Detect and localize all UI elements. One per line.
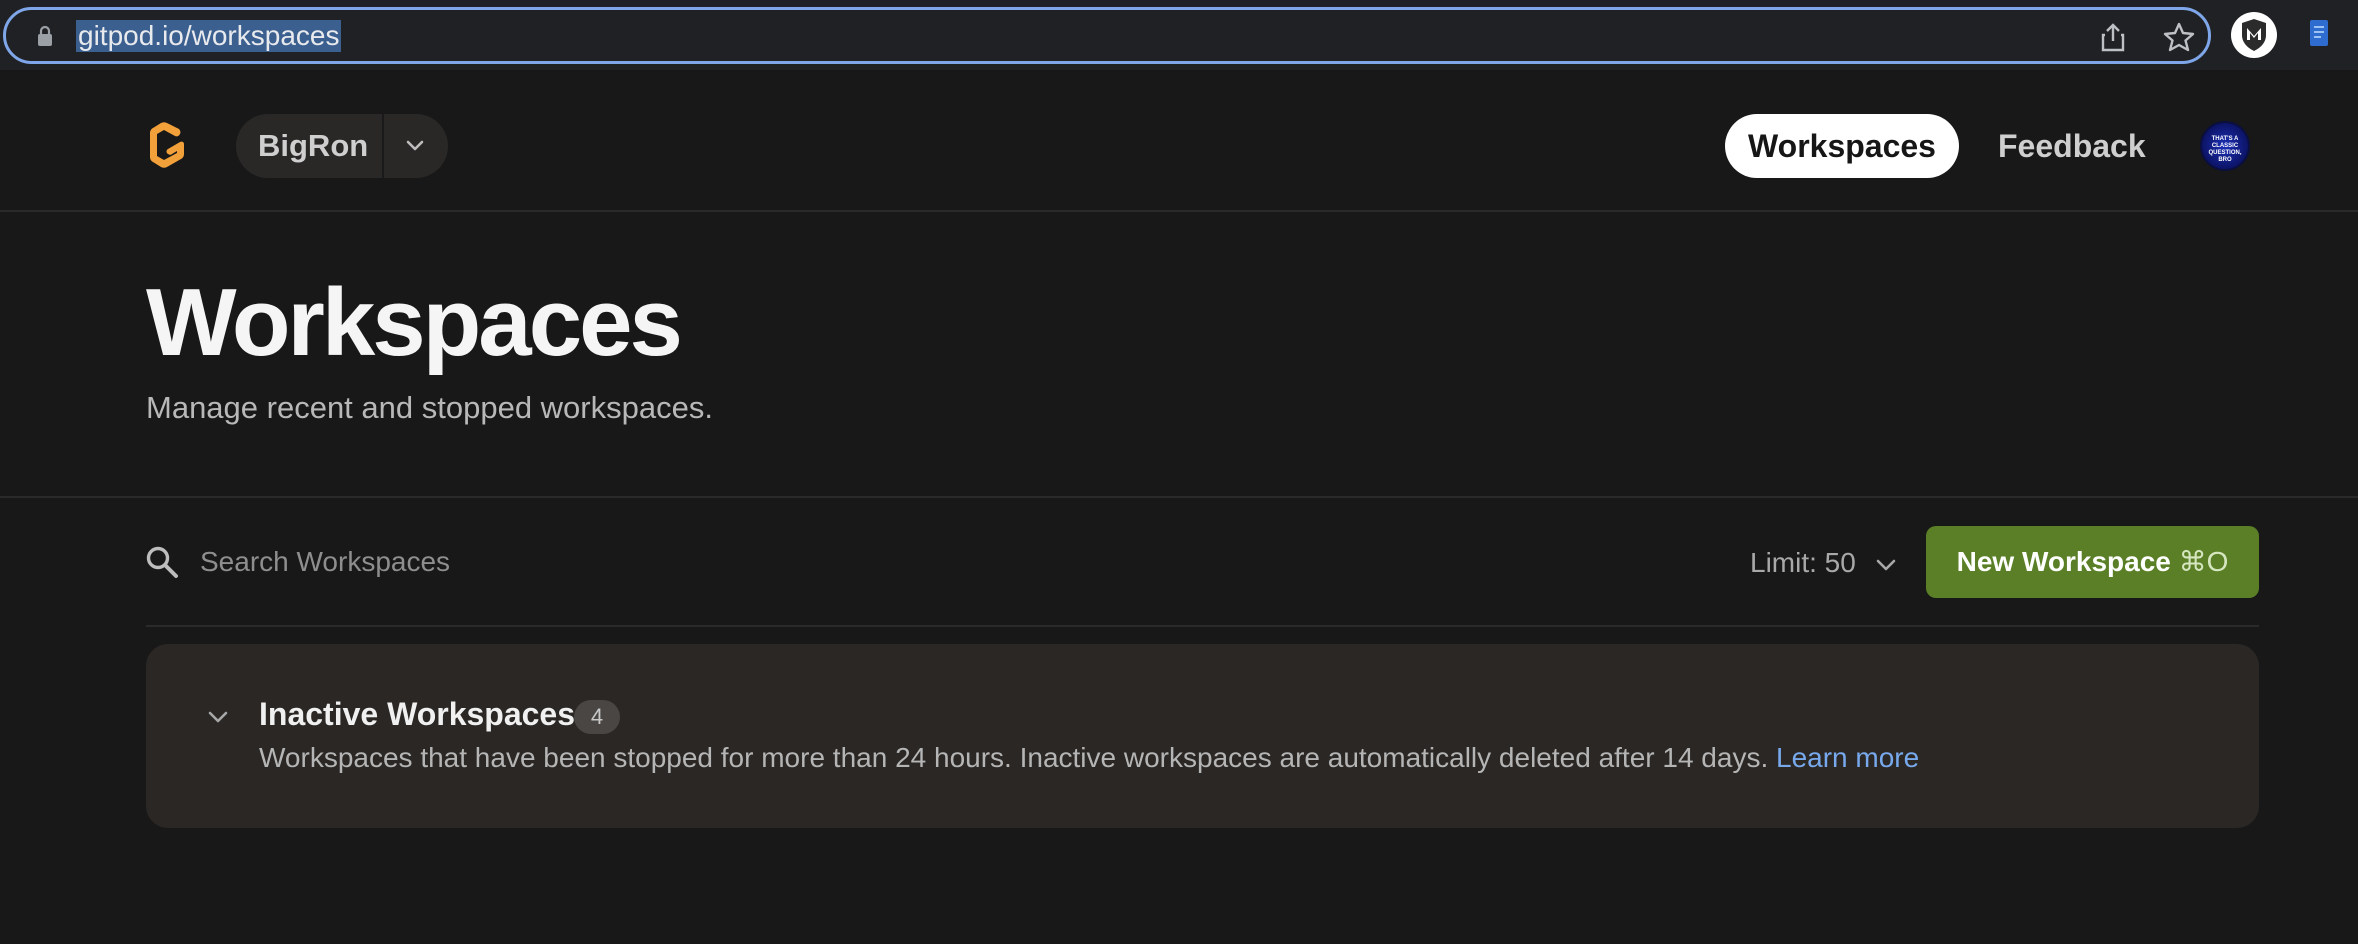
org-name[interactable]: BigRon (258, 128, 368, 164)
app-header: BigRon Workspaces Feedback THAT'S A CLAS… (0, 70, 2358, 212)
chevron-down-icon[interactable] (206, 708, 230, 726)
section-description: Workspaces that have been stopped for mo… (259, 742, 1919, 774)
page-title: Workspaces (146, 269, 683, 376)
inactive-workspaces-section[interactable]: Inactive Workspaces 4 Workspaces that ha… (146, 644, 2259, 828)
divider (146, 625, 2259, 627)
search-icon (146, 546, 178, 578)
org-switcher[interactable]: BigRon (236, 114, 448, 178)
org-divider (382, 114, 384, 178)
avatar-text: THAT'S A CLASSIC QUESTION, BRO (2208, 136, 2242, 163)
avatar[interactable]: THAT'S A CLASSIC QUESTION, BRO (2200, 121, 2250, 171)
description-text: Workspaces that have been stopped for mo… (259, 742, 1777, 773)
lock-icon[interactable] (36, 25, 54, 47)
new-workspace-button[interactable]: New Workspace ⌘O (1926, 526, 2259, 598)
nav-feedback[interactable]: Feedback (1998, 114, 2146, 178)
page-subtitle: Manage recent and stopped workspaces. (146, 390, 713, 425)
limit-select[interactable]: Limit: 50 (1750, 547, 1856, 579)
search-input[interactable] (198, 540, 898, 584)
gitpod-logo-icon[interactable] (146, 120, 192, 170)
count-badge: 4 (574, 700, 620, 734)
new-workspace-label: New Workspace (1956, 546, 2179, 577)
section-title[interactable]: Inactive Workspaces (259, 696, 575, 733)
nav-workspaces[interactable]: Workspaces (1725, 114, 1959, 178)
chevron-down-icon[interactable] (1875, 556, 1897, 574)
address-bar[interactable]: gitpod.io/workspaces (3, 7, 2211, 64)
url-text[interactable]: gitpod.io/workspaces (76, 20, 342, 52)
extension-shield-icon[interactable] (2231, 12, 2277, 58)
browser-toolbar: gitpod.io/workspaces (0, 0, 2358, 70)
star-icon[interactable] (2163, 22, 2195, 52)
chevron-down-icon[interactable] (402, 134, 428, 158)
extension-icon[interactable] (2308, 18, 2330, 48)
share-icon[interactable] (2099, 22, 2127, 52)
learn-more-link[interactable]: Learn more (1776, 742, 1919, 773)
keyboard-shortcut: ⌘O (2178, 546, 2229, 577)
page-hero: Workspaces Manage recent and stopped wor… (0, 214, 2358, 498)
